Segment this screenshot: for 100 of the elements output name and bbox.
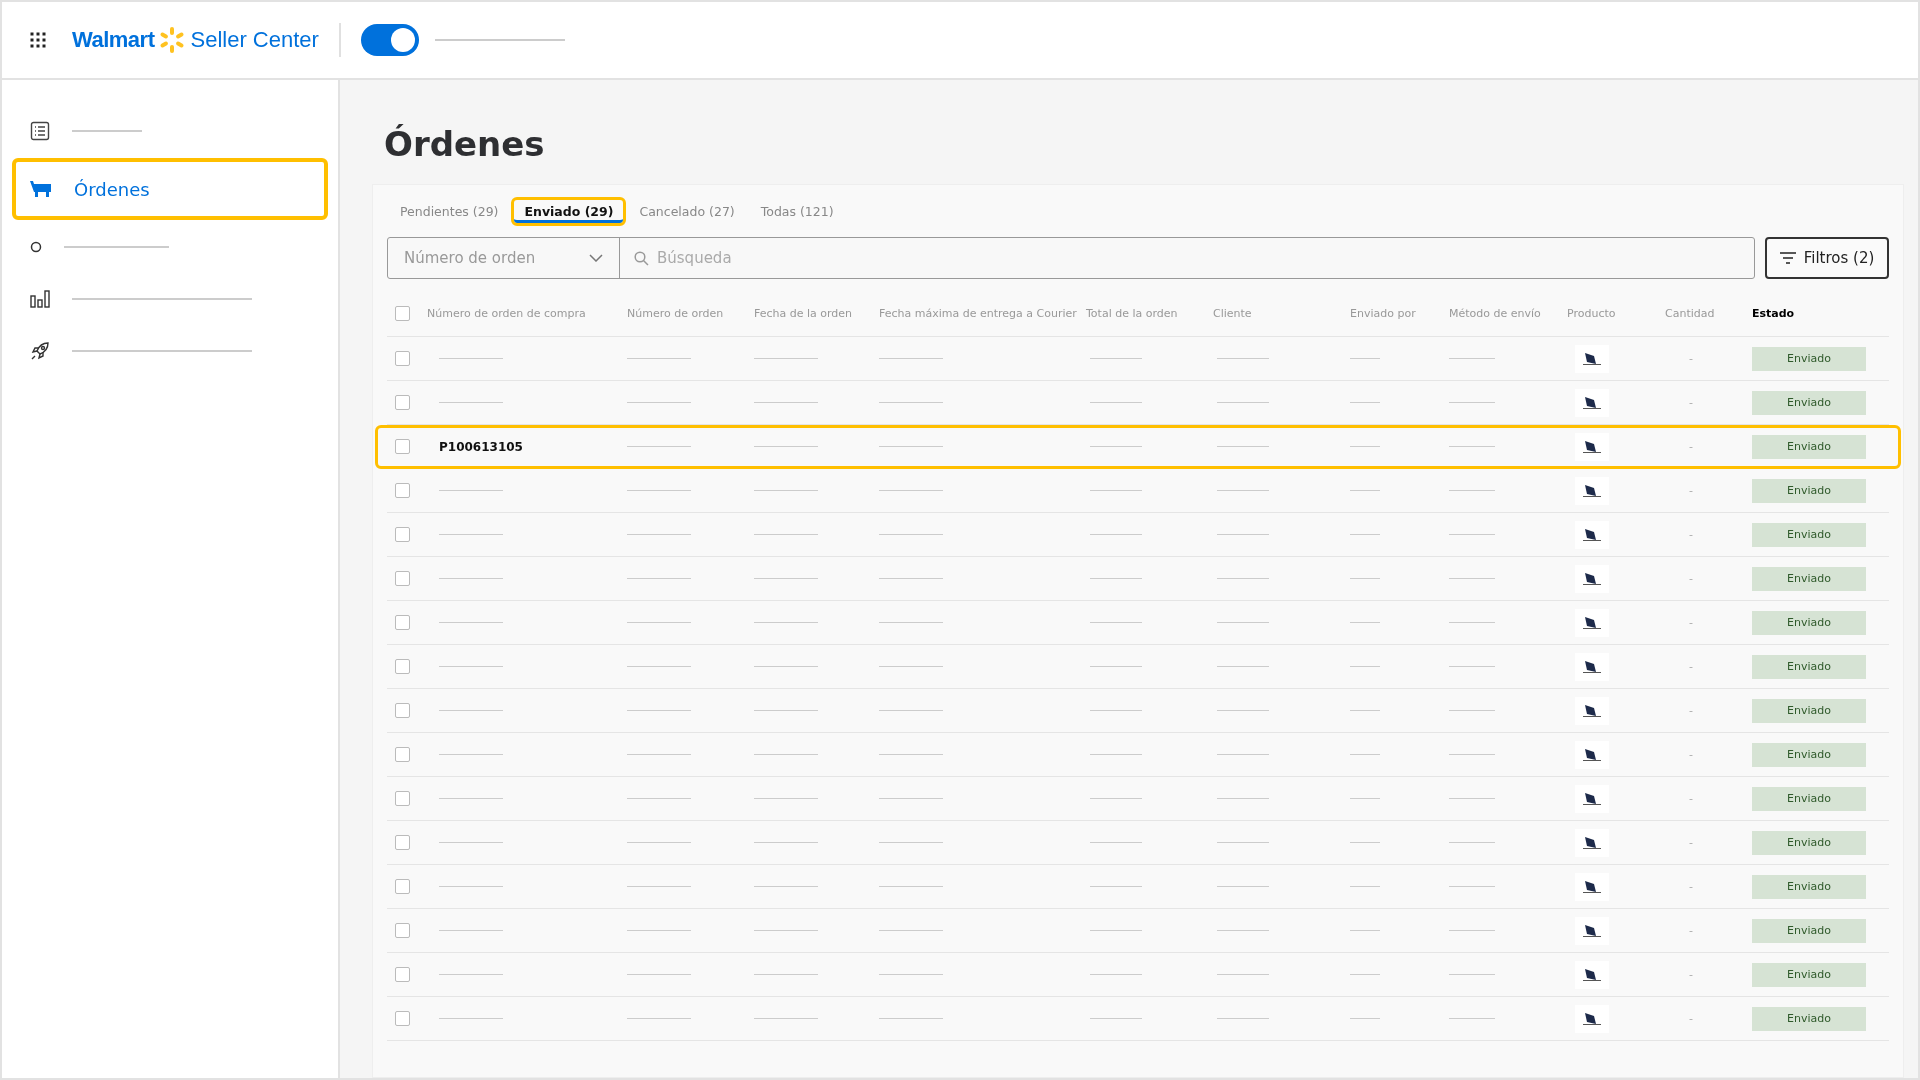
row-checkbox[interactable] (395, 615, 410, 630)
redacted-line (1090, 842, 1142, 843)
tab[interactable]: Enviado (29) (511, 196, 627, 226)
product-thumbnail (1575, 388, 1609, 417)
filters-button[interactable]: Filtros (2) (1765, 237, 1889, 279)
redacted-line (879, 798, 943, 799)
tab[interactable]: Pendientes (29) (387, 196, 512, 226)
redacted-line (1217, 490, 1269, 491)
row-checkbox[interactable] (395, 879, 410, 894)
row-checkbox[interactable] (395, 351, 410, 366)
row-checkbox[interactable] (395, 923, 410, 938)
row-checkbox[interactable] (395, 967, 410, 982)
redacted-line (1217, 754, 1269, 755)
status-label: Enviado (1752, 478, 1866, 503)
list-icon (30, 121, 50, 141)
row-checkbox[interactable] (395, 395, 410, 410)
sidebar-item[interactable]: Órdenes (12, 158, 328, 220)
row-checkbox[interactable] (395, 747, 410, 762)
redacted-line (1090, 534, 1142, 535)
redacted-line (1350, 402, 1380, 403)
row-checkbox[interactable] (395, 483, 410, 498)
status-label: Enviado (1752, 390, 1866, 415)
redacted-line (754, 886, 818, 887)
row-checkbox[interactable] (395, 1011, 410, 1026)
quantity: - (1688, 880, 1694, 893)
redacted-line (1449, 930, 1495, 931)
quantity: - (1688, 660, 1694, 673)
apps-grid-icon[interactable] (30, 32, 46, 48)
quantity: - (1688, 924, 1694, 937)
product-thumbnail (1575, 740, 1609, 769)
circle-icon (30, 241, 42, 253)
redacted-line (1217, 798, 1269, 799)
product-thumbnail (1575, 828, 1609, 857)
redacted-line (1350, 534, 1380, 535)
redacted-line (1090, 446, 1142, 447)
redacted-line (1217, 974, 1269, 975)
redacted-line (879, 886, 943, 887)
redacted-line (1350, 1018, 1380, 1019)
redacted-line (439, 402, 503, 403)
select-all-checkbox[interactable] (395, 306, 410, 321)
row-checkbox[interactable] (395, 571, 410, 586)
product-thumbnail (1575, 432, 1609, 461)
column-header: Método de envío (1449, 307, 1542, 320)
redacted-line (1217, 446, 1269, 447)
product-thumbnail (1575, 476, 1609, 505)
status-label: Enviado (1752, 874, 1866, 899)
status-label: Enviado (1752, 830, 1866, 855)
redacted-line (1350, 666, 1380, 667)
row-checkbox[interactable] (395, 659, 410, 674)
redacted-line (754, 710, 818, 711)
redacted-line (627, 578, 691, 579)
redacted-line (879, 534, 943, 535)
column-header: Cliente (1213, 307, 1253, 320)
column-header: Total de la orden (1086, 307, 1179, 320)
product-thumbnail (1575, 608, 1609, 637)
redacted-line (1350, 710, 1380, 711)
redacted-line (1449, 886, 1495, 887)
redacted-line (1449, 358, 1495, 359)
redacted-line (439, 710, 503, 711)
redacted-line (754, 798, 818, 799)
redacted-line (1350, 842, 1380, 843)
quantity: - (1688, 836, 1694, 849)
redacted-line (879, 622, 943, 623)
bar-chart-icon (30, 290, 50, 308)
row-checkbox[interactable] (395, 439, 410, 454)
redacted-line (439, 578, 503, 579)
row-checkbox[interactable] (395, 527, 410, 542)
row-checkbox[interactable] (395, 703, 410, 718)
redacted-line (1350, 930, 1380, 931)
quantity: - (1688, 484, 1694, 497)
row-checkbox[interactable] (395, 791, 410, 806)
redacted-line (439, 534, 503, 535)
redacted-line (439, 930, 503, 931)
tab[interactable]: Cancelado (27) (626, 196, 748, 226)
redacted-line (1090, 1018, 1142, 1019)
tab[interactable]: Todas (121) (747, 196, 847, 226)
product-thumbnail (1575, 696, 1609, 725)
redacted-line (439, 358, 503, 359)
redacted-line (754, 358, 818, 359)
product-name: Seller Center (190, 27, 319, 53)
redacted-line (1350, 886, 1380, 887)
product-thumbnail (1575, 872, 1609, 901)
quantity: - (1688, 748, 1694, 761)
redacted-line (1350, 622, 1380, 623)
redacted-line (1449, 490, 1495, 491)
status-label: Enviado (1752, 698, 1866, 723)
redacted-line (1217, 578, 1269, 579)
redacted-line (627, 490, 691, 491)
redacted-line (754, 490, 818, 491)
column-header: Fecha máxima de entrega a Courier (879, 307, 1078, 320)
redacted-line (879, 490, 943, 491)
row-checkbox[interactable] (395, 835, 410, 850)
redacted-line (1449, 446, 1495, 447)
toggle-switch[interactable] (360, 24, 419, 56)
product-thumbnail (1575, 1004, 1609, 1033)
column-header: Producto (1567, 307, 1617, 320)
status-label: Enviado (1752, 918, 1866, 943)
redacted-line (754, 666, 818, 667)
product-thumbnail (1575, 564, 1609, 593)
quantity: - (1688, 704, 1694, 717)
